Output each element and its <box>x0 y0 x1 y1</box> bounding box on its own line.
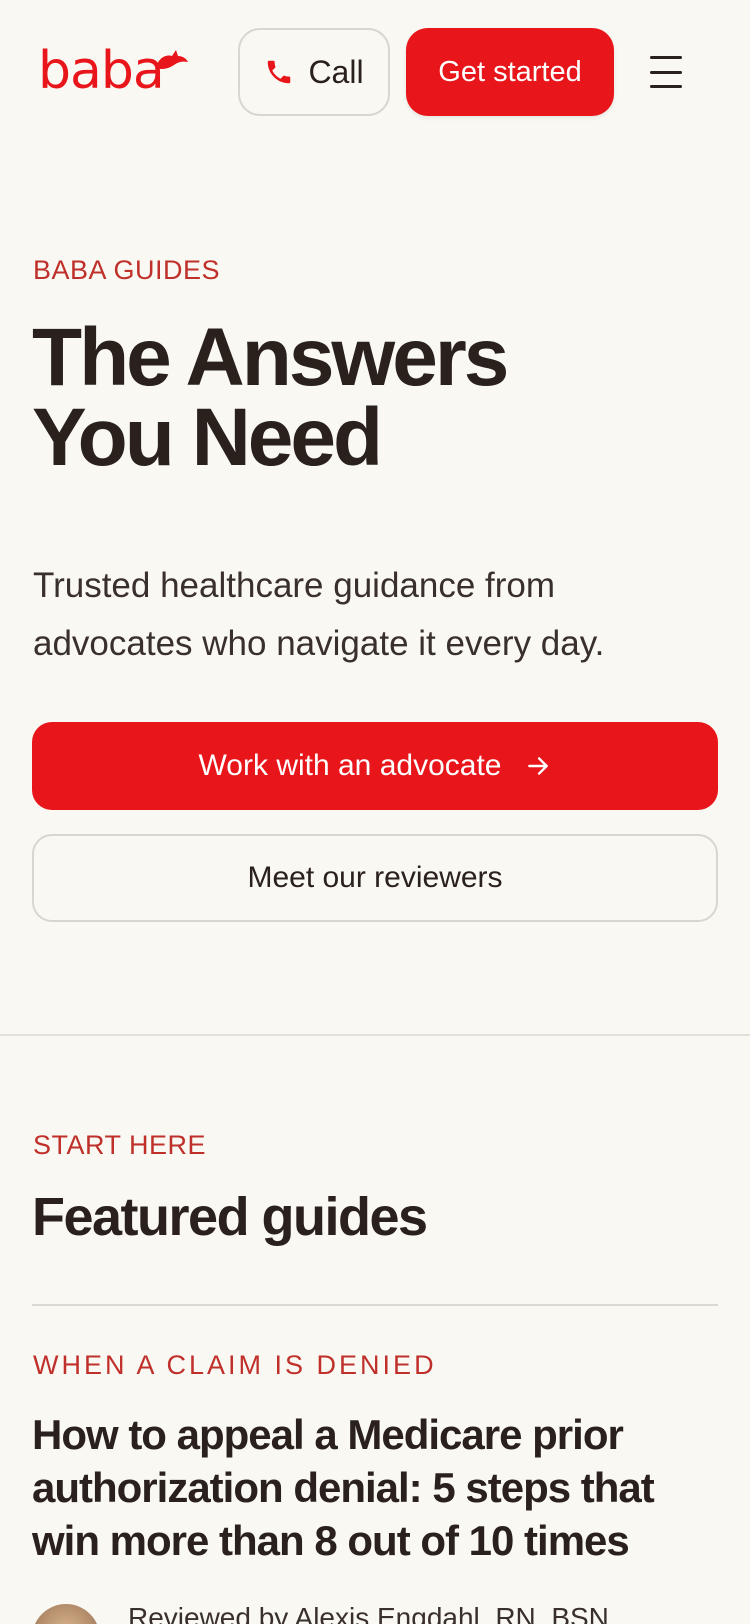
menu-bar <box>650 56 682 59</box>
primary-cta-label: Work with an advocate <box>198 749 502 782</box>
get-started-button[interactable]: Get started <box>406 28 614 116</box>
reviewer-avatar <box>32 1604 100 1624</box>
call-label: Call <box>308 53 364 90</box>
bird-icon <box>156 50 188 69</box>
reviewer-text: Reviewed by Alexis Engdahl, RN, BSN <box>128 1602 609 1624</box>
guide-category: WHEN A CLAIM IS DENIED <box>33 1350 437 1380</box>
section-divider <box>0 1034 750 1036</box>
baba-logo[interactable]: baba <box>38 40 188 102</box>
menu-bar <box>650 70 682 74</box>
guide-divider <box>32 1304 718 1306</box>
meet-reviewers-button[interactable]: Meet our reviewers <box>32 834 718 922</box>
call-button[interactable]: Call <box>238 28 390 116</box>
hero-subtitle: Trusted healthcare guidance from advocat… <box>33 566 605 663</box>
hero-title-line2: You Need <box>32 392 383 483</box>
hero-title: The Answers You Need <box>32 317 712 479</box>
featured-title: Featured guides <box>32 1187 428 1247</box>
featured-eyebrow: START HERE <box>33 1130 207 1160</box>
menu-bar <box>650 85 682 88</box>
work-with-advocate-button[interactable]: Work with an advocate <box>32 722 718 810</box>
guide-title-link[interactable]: How to appeal a Medicare prior authoriza… <box>32 1408 718 1567</box>
phone-icon <box>268 60 291 84</box>
guide-reviewer: Reviewed by Alexis Engdahl, RN, BSN <box>32 1602 609 1624</box>
hero-eyebrow: BABA GUIDES <box>33 255 221 285</box>
hamburger-menu-icon[interactable] <box>648 52 684 92</box>
site-header: baba Call Get started <box>0 0 750 145</box>
hero-title-line1: The Answers <box>32 312 509 403</box>
arrow-right-icon <box>528 757 549 775</box>
